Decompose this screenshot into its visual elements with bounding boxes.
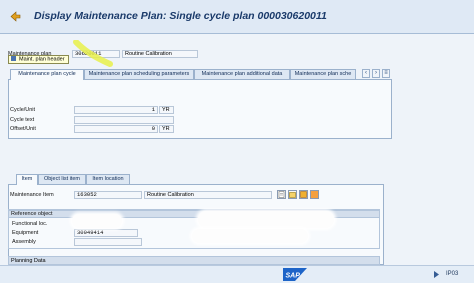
planning-data-header: Planning Data: [8, 256, 380, 265]
reference-object-title: Reference object: [11, 211, 53, 217]
cycle-unit-label: Cycle/Unit: [10, 107, 36, 113]
redaction-blur: [72, 214, 122, 228]
system-id: IP03: [446, 271, 459, 277]
tab-item[interactable]: Item: [16, 174, 38, 185]
tab-list-icon[interactable]: ≡: [382, 69, 390, 78]
assembly-label: Assembly: [12, 239, 36, 245]
offset-unit-field[interactable]: YR: [159, 125, 174, 133]
cycle-unit-field[interactable]: YR: [159, 106, 174, 114]
long-text-icon[interactable]: [277, 190, 286, 199]
sap-logo-text: SAP: [286, 273, 301, 280]
cycle-value-field[interactable]: 1: [74, 106, 158, 114]
play-icon[interactable]: [434, 271, 439, 278]
assembly-field[interactable]: [74, 238, 142, 246]
tab-scroll-left-icon[interactable]: ‹: [362, 69, 370, 78]
back-arrow-icon[interactable]: [10, 11, 21, 22]
tab-maintenance-plan-cycle[interactable]: Maintenance plan cycle: [10, 69, 84, 80]
functional-loc-label: Functional loc.: [12, 221, 48, 227]
redaction-blur: [198, 211, 334, 228]
tab-scheduling-parameters[interactable]: Maintenance plan scheduling parameters: [84, 69, 194, 79]
maintenance-plan-field[interactable]: 30620011: [72, 50, 120, 58]
maintenance-plan-text-field[interactable]: Routine Calibration: [122, 50, 198, 58]
page-title: Display Maintenance Plan: Single cycle p…: [34, 10, 327, 22]
offset-value-field[interactable]: 0: [74, 125, 158, 133]
info-icon: [11, 56, 16, 61]
object-info-icon[interactable]: [310, 190, 319, 199]
tab-object-list-item[interactable]: Object list item: [38, 174, 86, 184]
sap-logo-icon: SAP: [283, 268, 307, 281]
tab-item-location[interactable]: Item location: [86, 174, 130, 184]
display-document-icon[interactable]: [288, 190, 297, 199]
tooltip: Maint. plan header: [8, 55, 69, 64]
title-bar: Display Maintenance Plan: Single cycle p…: [0, 0, 474, 34]
tab-scheduling-overview[interactable]: Maintenance plan sche: [290, 69, 356, 79]
redaction-blur: [192, 229, 308, 243]
planning-data-title: Planning Data: [11, 258, 46, 264]
equipment-label: Equipment: [12, 230, 39, 236]
tab-additional-data[interactable]: Maintenance plan additional data: [194, 69, 290, 79]
offset-unit-label: Offset/Unit: [10, 126, 36, 132]
maintenance-item-text-field[interactable]: Routine Calibration: [144, 191, 272, 199]
cycle-text-field[interactable]: [74, 116, 174, 124]
equipment-field[interactable]: 30049414: [74, 229, 138, 237]
cycle-panel: [8, 79, 392, 139]
status-bar: SAP IP03: [0, 265, 474, 283]
task-list-icon[interactable]: [299, 190, 308, 199]
maintenance-item-field[interactable]: 163052: [74, 191, 142, 199]
tooltip-text: Maint. plan header: [19, 56, 65, 63]
maintenance-item-label: Maintenance Item: [10, 192, 54, 198]
tab-scroll-right-icon[interactable]: ›: [372, 69, 380, 78]
cycle-text-label: Cycle text: [10, 117, 35, 123]
